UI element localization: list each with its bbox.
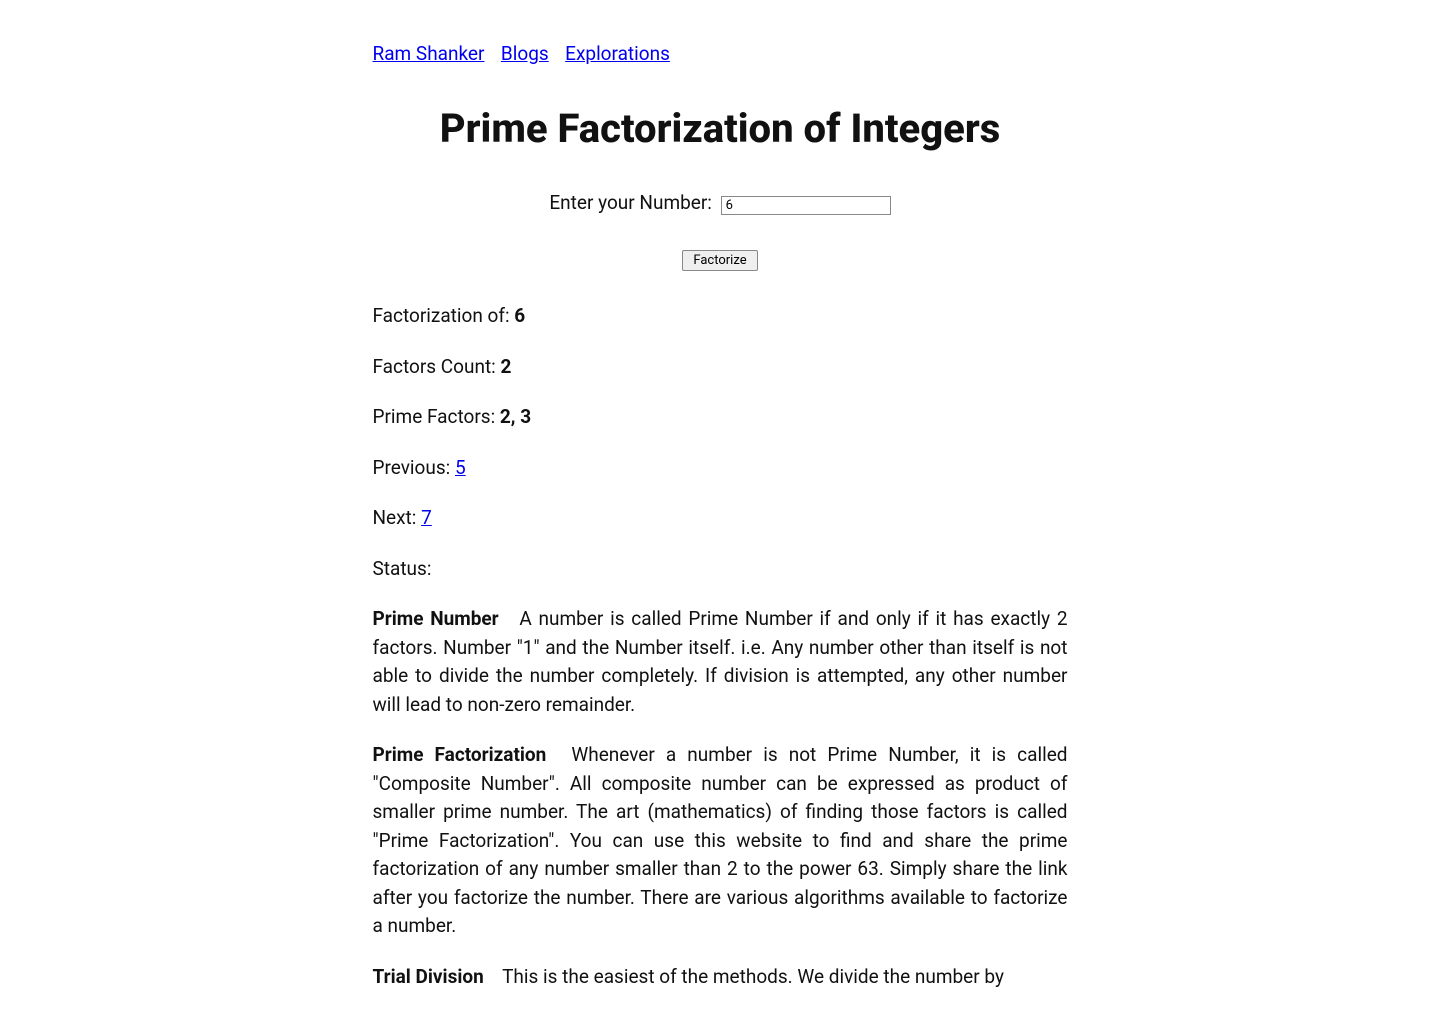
nav-link-explorations[interactable]: Explorations xyxy=(565,42,670,65)
factors-count-line: Factors Count: 2 xyxy=(373,353,1068,382)
previous-label: Previous: xyxy=(373,456,455,479)
next-line: Next: 7 xyxy=(373,504,1068,533)
nav-link-blogs[interactable]: Blogs xyxy=(501,42,549,65)
prime-factorization-text: Whenever a number is not Prime Number, i… xyxy=(373,743,1068,937)
prime-factorization-term: Prime Factorization xyxy=(373,743,547,766)
prime-factors-line: Prime Factors: 2, 3 xyxy=(373,403,1068,432)
button-row: Factorize xyxy=(373,245,1068,272)
prime-factors-value: 2, 3 xyxy=(500,405,531,428)
prime-factors-label: Prime Factors: xyxy=(373,405,500,428)
trial-division-paragraph: Trial Division This is the easiest of th… xyxy=(373,963,1068,992)
trial-division-text: This is the easiest of the methods. We d… xyxy=(502,965,1004,988)
factors-count-value: 2 xyxy=(501,355,512,378)
number-input[interactable] xyxy=(721,196,891,215)
factors-count-label: Factors Count: xyxy=(373,355,501,378)
previous-link[interactable]: 5 xyxy=(455,456,466,479)
input-row: Enter your Number: xyxy=(373,189,1068,218)
factorize-button[interactable]: Factorize xyxy=(682,250,757,271)
input-label: Enter your Number: xyxy=(549,191,716,214)
prime-number-paragraph: Prime Number A number is called Prime Nu… xyxy=(373,605,1068,719)
next-label: Next: xyxy=(373,506,422,529)
factorization-of-label: Factorization of: xyxy=(373,304,515,327)
next-link[interactable]: 7 xyxy=(421,506,432,529)
page-title: Prime Factorization of Integers xyxy=(373,99,1068,159)
nav-link-home[interactable]: Ram Shanker xyxy=(373,42,485,65)
trial-division-term: Trial Division xyxy=(373,965,484,988)
explanations: Prime Number A number is called Prime Nu… xyxy=(373,605,1068,991)
results-block: Factorization of: 6 Factors Count: 2 Pri… xyxy=(373,302,1068,583)
factorization-of-line: Factorization of: 6 xyxy=(373,302,1068,331)
factorization-of-value: 6 xyxy=(514,304,525,327)
status-line: Status: xyxy=(373,555,1068,584)
prime-number-term: Prime Number xyxy=(373,607,499,630)
prime-factorization-paragraph: Prime Factorization Whenever a number is… xyxy=(373,741,1068,941)
status-label: Status: xyxy=(373,557,432,580)
previous-line: Previous: 5 xyxy=(373,454,1068,483)
top-nav: Ram Shanker Blogs Explorations xyxy=(373,40,1068,69)
